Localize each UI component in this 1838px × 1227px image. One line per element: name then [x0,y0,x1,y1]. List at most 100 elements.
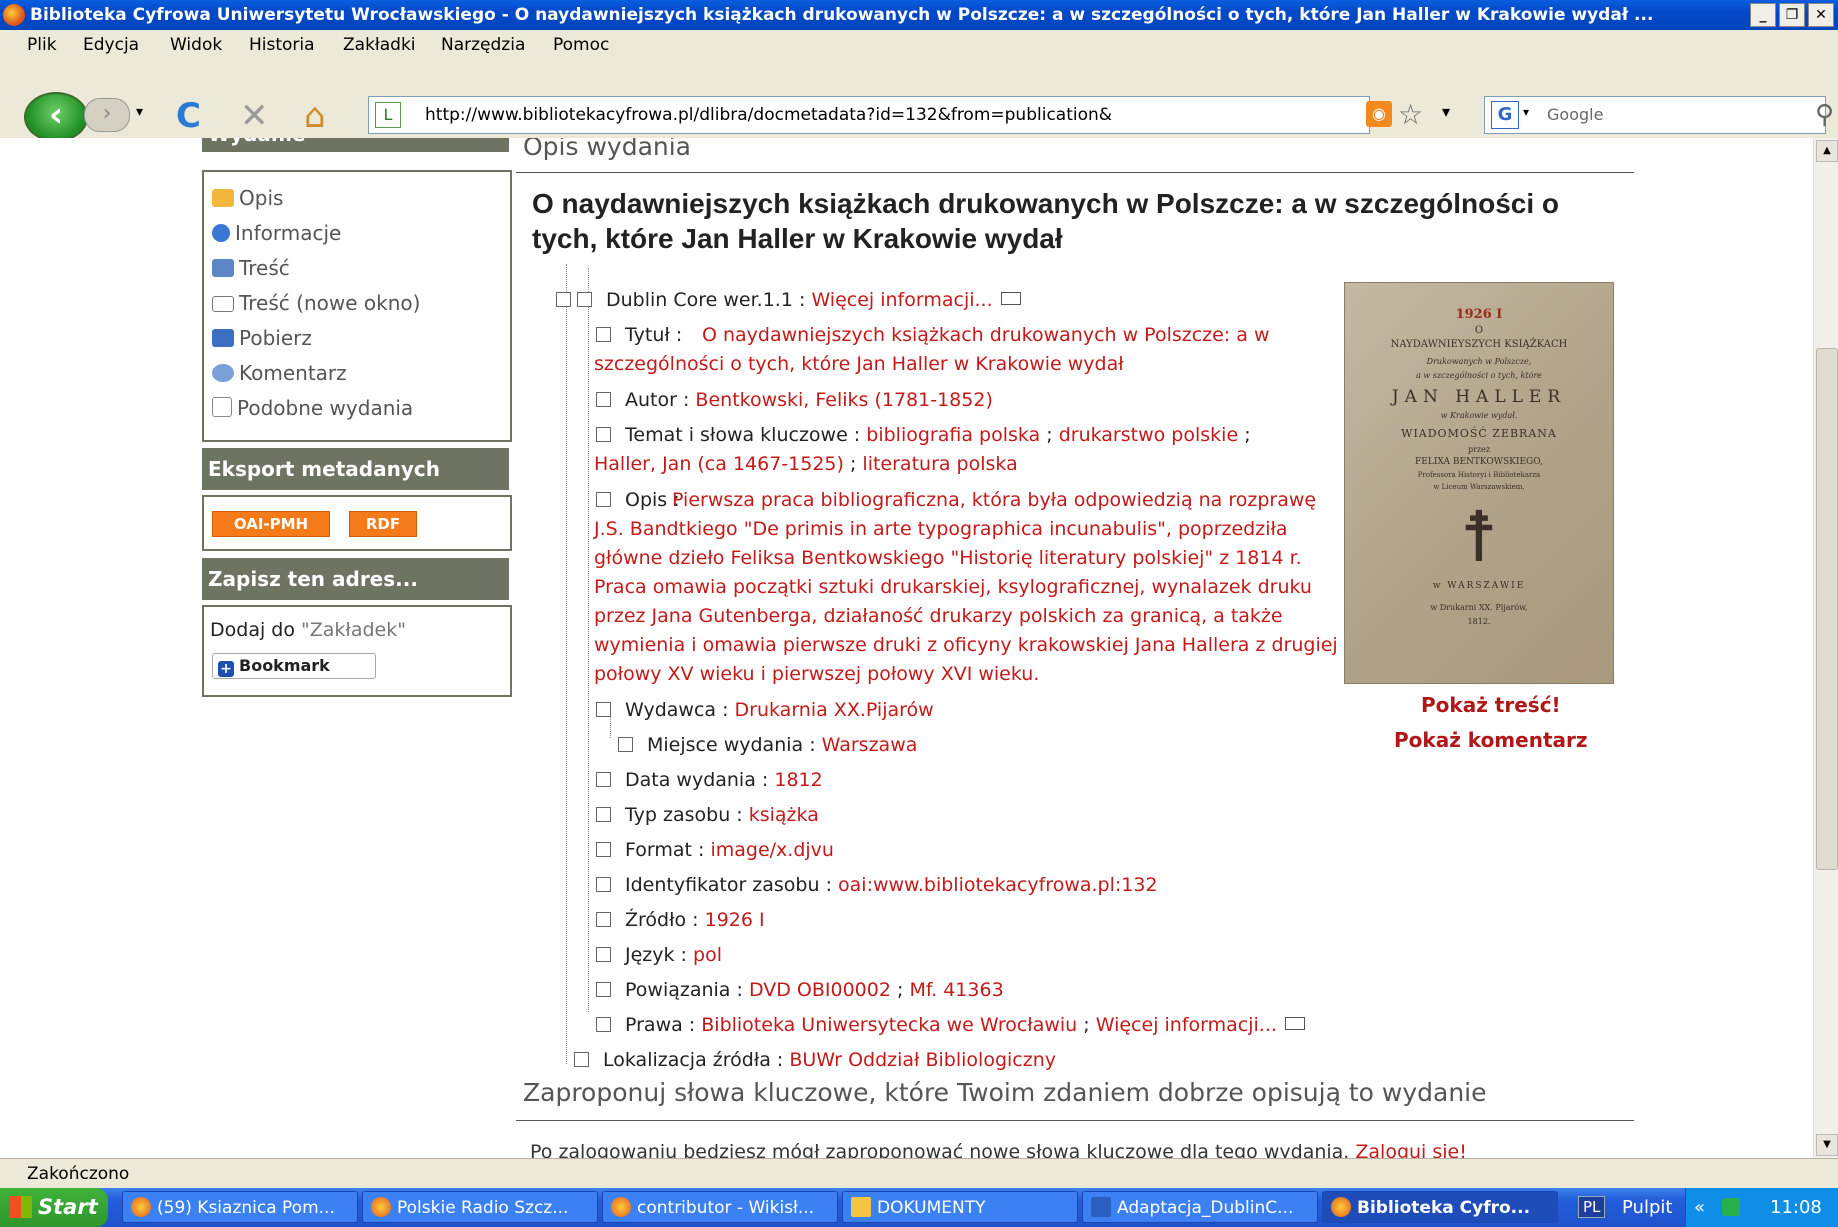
scroll-down-icon[interactable]: ▼ [1816,1134,1838,1156]
source-link[interactable]: 1926 I [705,909,765,931]
oai-pmh-button[interactable]: OAI-PMH [212,511,330,537]
back-button[interactable]: ‹ [24,92,88,142]
subject-link[interactable]: bibliografia polska [866,424,1040,446]
sidebar-item-tresc-nowe-okno[interactable]: Treść (nowe okno) [212,291,420,315]
firefox-icon [131,1197,151,1217]
bookmark-button[interactable]: + Bookmark [212,653,376,679]
sidebar-item-komentarz[interactable]: Komentarz [212,361,347,385]
search-box[interactable]: G ▾ Google [1484,96,1826,134]
rdf-button[interactable]: RDF [349,511,417,537]
scrollbar-thumb[interactable] [1816,348,1838,870]
forward-button[interactable]: › [84,98,130,132]
minimize-button[interactable]: _ [1750,3,1776,27]
tree-node-icon[interactable] [596,877,611,892]
taskbar-item[interactable]: DOKUMENTY [842,1191,1078,1223]
meta-title-value[interactable]: O naydawniejszych książkach drukowanych … [594,321,1349,379]
location-link[interactable]: BUWr Oddział Bibliologiczny [789,1049,1056,1071]
tree-node-icon[interactable] [556,292,571,307]
rights-more-link[interactable]: Więcej informacji... [1096,1014,1277,1036]
menu-widok[interactable]: Widok [170,30,222,60]
relation-link[interactable]: Mf. 41363 [909,979,1003,1001]
section-title: Opis wydania [523,138,692,161]
rights-link[interactable]: Biblioteka Uniwersytecka we Wrocławiu [701,1014,1077,1036]
stop-icon[interactable]: ✕ [240,96,269,136]
tree-node-icon[interactable] [596,427,611,442]
desktop-toolbar[interactable]: Pulpit [1622,1188,1672,1227]
type-link[interactable]: książka [749,804,819,826]
subject-link[interactable]: Haller, Jan (ca 1467-1525) [594,453,844,475]
sidebar-item-tresc[interactable]: Treść [212,256,290,280]
format-link[interactable]: image/x.djvu [710,839,834,861]
relation-link[interactable]: DVD OBI00002 [749,979,891,1001]
tree-line [566,264,567,1064]
tray-expand-icon[interactable]: « [1694,1188,1705,1227]
url-dropdown-icon[interactable]: ▾ [1442,102,1450,121]
login-link[interactable]: Zaloguj się! [1355,1141,1466,1158]
window-title-bar[interactable]: Biblioteka Cyfrowa Uniwersytetu Wrocławs… [0,0,1838,30]
menu-plik[interactable]: Plik [27,30,57,60]
subject-link[interactable]: literatura polska [862,453,1017,475]
history-dropdown-icon[interactable]: ▾ [136,104,143,120]
search-engine-icon[interactable]: G [1491,101,1519,129]
bookmarks-link[interactable]: "Zakładek" [301,619,406,641]
sidebar-item-podobne-wydania[interactable]: Podobne wydania [212,396,413,420]
tree-node-icon[interactable] [596,1017,611,1032]
identifier-link[interactable]: oai:www.bibliotekacyfrowa.pl:132 [838,874,1158,896]
show-comment-link[interactable]: Pokaż komentarz [1394,728,1588,752]
start-button[interactable]: Start [0,1188,108,1227]
new-window-icon [212,296,234,312]
taskbar-item[interactable]: Polskie Radio Szcz... [362,1191,598,1223]
tree-node-icon[interactable] [577,292,592,307]
tree-node-icon[interactable] [596,702,611,717]
menu-zakladki[interactable]: Zakładki [343,30,416,60]
firefox-icon [1331,1197,1351,1217]
tree-node-icon[interactable] [596,392,611,407]
search-icon[interactable]: ⚲ [1815,100,1834,130]
home-icon[interactable]: ⌂ [304,96,326,136]
meta-row-date: Data wydania : 1812 [596,766,823,795]
sidebar-item-opis[interactable]: Opis [212,186,283,210]
tree-node-icon[interactable] [596,807,611,822]
show-content-link[interactable]: Pokaż treść! [1421,693,1561,717]
taskbar-item-active[interactable]: Biblioteka Cyfro... [1322,1191,1558,1223]
scroll-up-icon[interactable]: ▲ [1816,140,1838,162]
search-engine-dropdown-icon[interactable]: ▾ [1523,105,1529,119]
url-text[interactable]: http://www.bibliotekacyfrowa.pl/dlibra/d… [425,97,1112,133]
rss-feed-icon[interactable]: ◉ [1366,101,1392,127]
publisher-link[interactable]: Drukarnia XX.Pijarów [735,699,934,721]
dc-more-link[interactable]: Więcej informacji... [811,289,992,311]
tray-app-icon[interactable] [1722,1198,1740,1216]
language-link[interactable]: pol [693,944,722,966]
external-window-icon[interactable] [1284,1017,1305,1030]
sidebar-item-pobierz[interactable]: Pobierz [212,326,312,350]
navigation-toolbar: ‹ › ▾ C ✕ ⌂ L http://www.bibliotekacyfro… [0,60,1838,142]
vertical-scrollbar[interactable]: ▲ ▼ [1813,138,1838,1158]
taskbar-item[interactable]: (59) Ksiaznica Pom... [122,1191,358,1223]
language-indicator[interactable]: PL [1578,1196,1606,1218]
date-link[interactable]: 1812 [774,769,822,791]
tree-node-icon[interactable] [596,772,611,787]
maximize-button[interactable]: ❐ [1779,3,1805,27]
tree-node-icon[interactable] [596,912,611,927]
close-button[interactable]: ✕ [1808,3,1834,27]
tree-node-icon[interactable] [574,1052,589,1067]
menu-edycja[interactable]: Edycja [83,30,139,60]
bookmark-star-icon[interactable]: ☆ [1398,98,1423,131]
tree-node-icon[interactable] [618,737,633,752]
menu-narzedzia[interactable]: Narzędzia [441,30,525,60]
sidebar-item-informacje[interactable]: Informacje [212,221,341,245]
external-window-icon[interactable] [1000,292,1021,305]
book-cover-thumbnail[interactable]: 1926 I O NAYDAWNIEYSZYCH KSIĄŻKACH Druko… [1344,282,1614,684]
tree-node-icon[interactable] [596,947,611,962]
author-link[interactable]: Bentkowski, Feliks (1781-1852) [695,389,992,411]
taskbar-item[interactable]: contributor - Wikisł... [602,1191,838,1223]
place-link[interactable]: Warszawa [822,734,918,756]
tree-node-icon[interactable] [596,982,611,997]
menu-historia[interactable]: Historia [249,30,315,60]
tree-node-icon[interactable] [596,842,611,857]
menu-pomoc[interactable]: Pomoc [553,30,609,60]
url-bar[interactable]: L http://www.bibliotekacyfrowa.pl/dlibra… [368,96,1370,134]
subject-link[interactable]: drukarstwo polskie [1059,424,1238,446]
taskbar-item[interactable]: Adaptacja_DublinC... [1082,1191,1318,1223]
reload-icon[interactable]: C [176,96,201,136]
